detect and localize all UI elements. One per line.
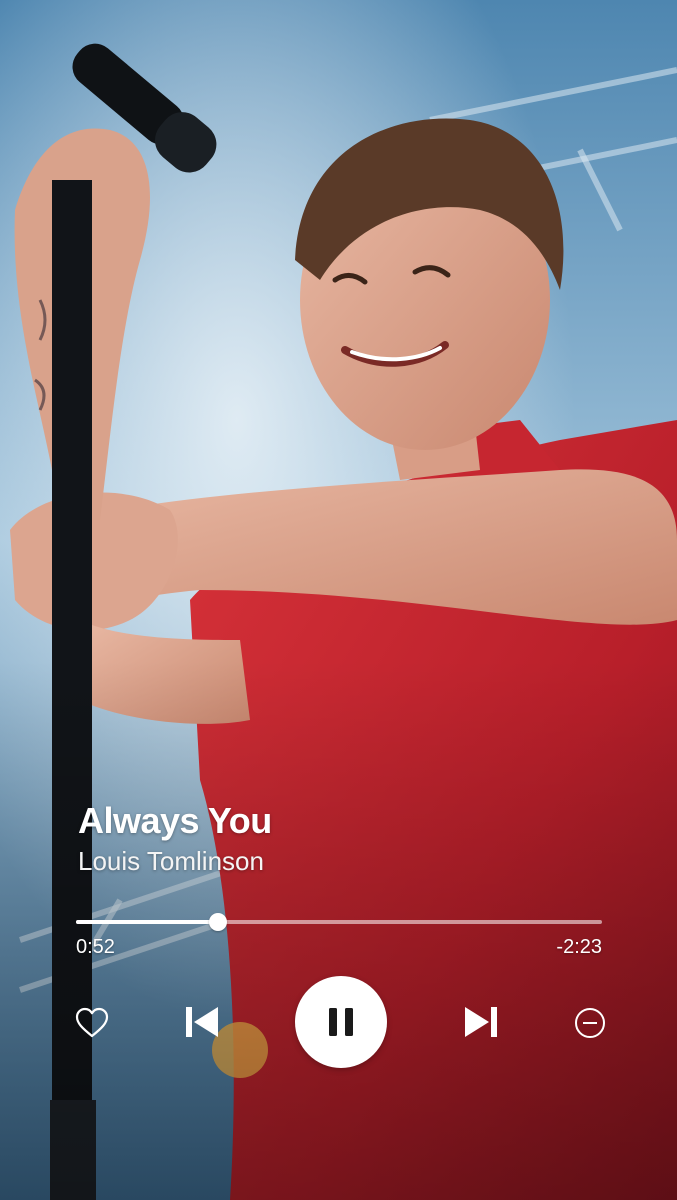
next-track-button[interactable] [457,998,505,1046]
pause-button[interactable] [295,976,387,1068]
remaining-time: -2:23 [556,936,602,958]
progress-knob[interactable] [209,913,228,931]
progress-bar[interactable] [76,913,602,931]
minus-circle-icon [575,1008,605,1038]
skip-previous-icon [186,1007,218,1037]
pause-icon [329,1008,353,1036]
elapsed-time: 0:52 [76,936,115,958]
like-button[interactable] [72,1003,112,1043]
song-title: Always You [78,800,272,841]
heart-outline-icon [75,1007,109,1038]
hide-song-button[interactable] [570,1003,610,1043]
progress-fill [76,920,219,924]
previous-track-button[interactable] [178,998,226,1046]
skip-next-icon [465,1007,497,1037]
now-playing-screen: Always You Louis Tomlinson 0:52 -2:23 [0,0,677,1200]
artist-name[interactable]: Louis Tomlinson [78,846,264,877]
